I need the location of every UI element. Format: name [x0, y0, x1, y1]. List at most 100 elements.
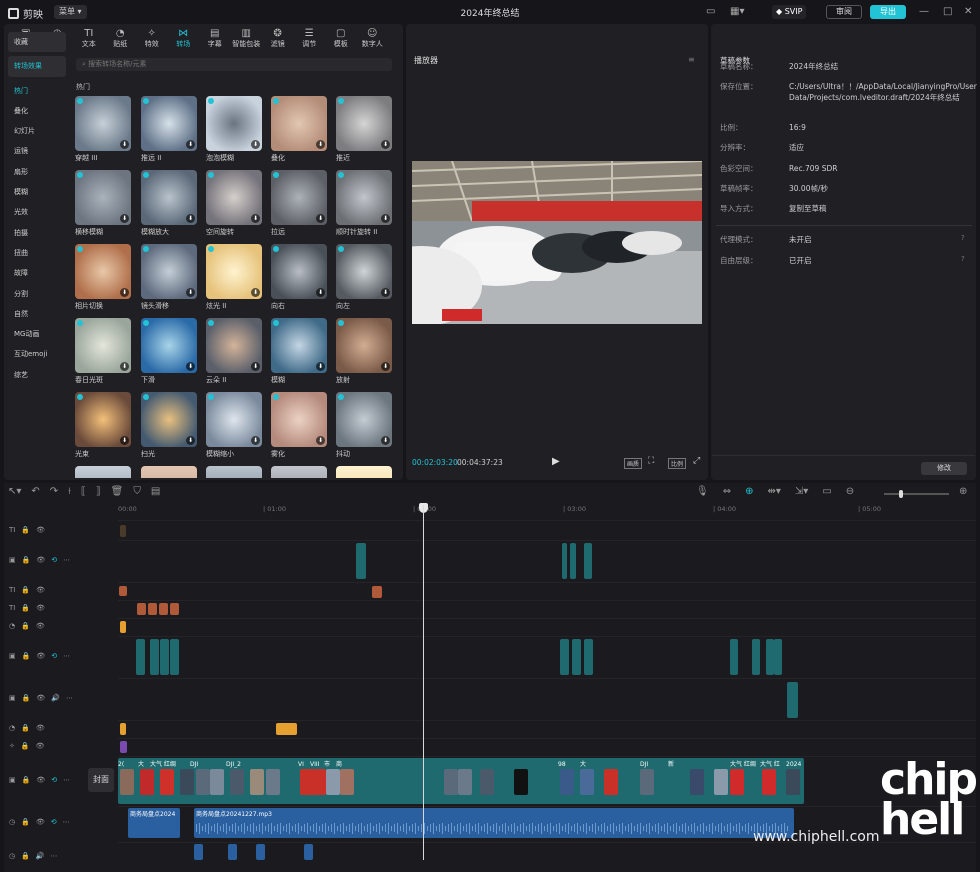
video-clip[interactable]	[356, 543, 366, 579]
sticker-track-icon[interactable]: ◔	[9, 724, 15, 732]
sidebar-group-transitions[interactable]: 转场效果	[8, 56, 66, 77]
sidebar-item-11[interactable]: 自然	[8, 304, 66, 324]
text-clip[interactable]	[372, 586, 382, 598]
tab-10[interactable]: ▢ 模板	[325, 26, 357, 50]
sidebar-item-1[interactable]: 叠化	[8, 101, 66, 121]
transition-card[interactable]: ⬇ 泡泡模糊	[206, 96, 262, 163]
eye-icon[interactable]: 👁	[36, 622, 45, 630]
review-button[interactable]: 审阅	[826, 5, 862, 19]
lock-icon[interactable]: 🔒	[21, 622, 30, 630]
video-clip[interactable]	[560, 639, 569, 675]
transition-thumbnail[interactable]: ⬇	[141, 318, 197, 373]
more-icon[interactable]: ⋯	[66, 694, 73, 702]
audio-track-icon[interactable]: ◷	[9, 818, 15, 826]
zoom-slider[interactable]	[884, 490, 949, 498]
transition-card[interactable]: ⬇ 放射	[336, 318, 392, 385]
search-input[interactable]: ⌕ 搜索转场名称/元素	[76, 58, 392, 71]
download-icon[interactable]: ⬇	[251, 140, 260, 149]
lock-icon[interactable]: 🔒	[22, 652, 31, 660]
proxy-info-icon[interactable]: ?	[961, 234, 965, 242]
transition-thumbnail[interactable]: ⬇	[141, 96, 197, 151]
eye-icon[interactable]: 👁	[36, 604, 45, 612]
transition-card[interactable]: ⬇ 扫光	[141, 392, 197, 459]
transition-thumbnail[interactable]: ⬇	[75, 244, 131, 299]
transition-thumbnail[interactable]: ⬇	[336, 96, 392, 151]
transition-card[interactable]	[75, 466, 131, 478]
fullscreen-icon[interactable]: ⤢	[693, 456, 700, 466]
modify-button[interactable]: 修改	[921, 462, 967, 475]
audio-track-icon[interactable]: ◷	[9, 852, 15, 860]
transition-card[interactable]: ⬇ 拉远	[271, 170, 327, 237]
lock-icon[interactable]: 🔒	[21, 852, 30, 860]
volume-icon[interactable]: 🔊	[36, 852, 45, 860]
transition-card[interactable]: ⬇ 相片切换	[75, 244, 131, 311]
video-track-icon[interactable]: ▣	[9, 694, 16, 702]
select-tool-icon[interactable]: ↖▾	[8, 486, 21, 500]
download-icon[interactable]: ⬇	[381, 140, 390, 149]
video-preview[interactable]	[412, 161, 702, 324]
transition-card[interactable]: ⬇ 推远 II	[141, 96, 197, 163]
video-track-icon[interactable]: ▣	[9, 556, 16, 564]
sidebar-item-0[interactable]: 热门	[8, 81, 66, 101]
transition-card[interactable]: ⬇ 模糊放大	[141, 170, 197, 237]
sidebar-item-7[interactable]: 拍摄	[8, 223, 66, 243]
mic-icon[interactable]: 🎙	[696, 486, 709, 497]
transition-card[interactable]: ⬇ 向左	[336, 244, 392, 311]
text-clip[interactable]	[137, 603, 146, 615]
tab-8[interactable]: ❂ 滤镜	[262, 26, 294, 50]
caption-icon[interactable]: ▤	[151, 486, 160, 500]
text-clip[interactable]	[120, 525, 126, 537]
sticker-clip[interactable]	[276, 723, 297, 735]
text-clip[interactable]	[159, 603, 168, 615]
sidebar-item-14[interactable]: 综艺	[8, 365, 66, 385]
transition-thumbnail[interactable]	[75, 466, 131, 478]
zoom-slider-handle[interactable]	[899, 490, 903, 498]
download-icon[interactable]: ⬇	[120, 140, 129, 149]
transition-thumbnail[interactable]: ⬇	[141, 170, 197, 225]
transition-card[interactable]: ⬇ 雾化	[271, 392, 327, 459]
download-icon[interactable]: ⬇	[186, 436, 195, 445]
split-icon[interactable]: ⟊	[68, 486, 71, 500]
transition-thumbnail[interactable]: ⬇	[271, 244, 327, 299]
transition-card[interactable]: ⬇ 下滑	[141, 318, 197, 385]
transition-thumbnail[interactable]	[141, 466, 197, 478]
video-clip[interactable]	[774, 639, 782, 675]
sidebar-item-4[interactable]: 扇形	[8, 162, 66, 182]
link-icon[interactable]: ⇔	[723, 486, 731, 497]
sidebar-item-12[interactable]: MG动画	[8, 324, 66, 344]
video-clip[interactable]	[562, 543, 567, 579]
transition-thumbnail[interactable]: ⬇	[271, 96, 327, 151]
transition-card[interactable]: ⬇ 向右	[271, 244, 327, 311]
eye-icon[interactable]: 👁	[36, 526, 45, 534]
video-clip[interactable]	[584, 639, 593, 675]
transition-thumbnail[interactable]: ⬇	[271, 170, 327, 225]
sidebar-item-9[interactable]: 故障	[8, 263, 66, 283]
more-icon[interactable]: ⋯	[63, 556, 70, 564]
video-clip[interactable]	[730, 639, 738, 675]
lock-icon[interactable]: 🔒	[21, 818, 30, 826]
transition-card[interactable]: ⬇ 推近	[336, 96, 392, 163]
transition-card[interactable]: ⬇ 横移模糊	[75, 170, 131, 237]
redo-icon[interactable]: ↷	[50, 486, 58, 500]
transition-thumbnail[interactable]	[271, 466, 327, 478]
keyframe-icon[interactable]: ⟲	[51, 556, 57, 564]
linkage-icon[interactable]: ⇹▾	[767, 486, 780, 497]
download-icon[interactable]: ⬇	[120, 436, 129, 445]
download-icon[interactable]: ⬇	[251, 436, 260, 445]
download-icon[interactable]: ⬇	[316, 436, 325, 445]
keyframe-icon[interactable]: ⟲	[51, 818, 57, 826]
lock-icon[interactable]: 🔒	[21, 742, 30, 750]
video-track-icon[interactable]: ▣	[9, 652, 16, 660]
more-icon[interactable]: ⋯	[51, 852, 58, 860]
transition-thumbnail[interactable]: ⬇	[336, 170, 392, 225]
close-icon[interactable]: ✕	[964, 5, 972, 19]
transition-card[interactable]: ⬇ 叠化	[271, 96, 327, 163]
download-icon[interactable]: ⬇	[316, 362, 325, 371]
download-icon[interactable]: ⬇	[120, 362, 129, 371]
audio-clip[interactable]	[304, 844, 313, 860]
transition-thumbnail[interactable]: ⬇	[336, 392, 392, 447]
monitor-icon[interactable]: ▭	[706, 5, 715, 19]
zoom-out-icon[interactable]: ⊖	[846, 486, 854, 497]
export-button[interactable]: 导出	[870, 5, 906, 19]
transition-thumbnail[interactable]: ⬇	[206, 318, 262, 373]
